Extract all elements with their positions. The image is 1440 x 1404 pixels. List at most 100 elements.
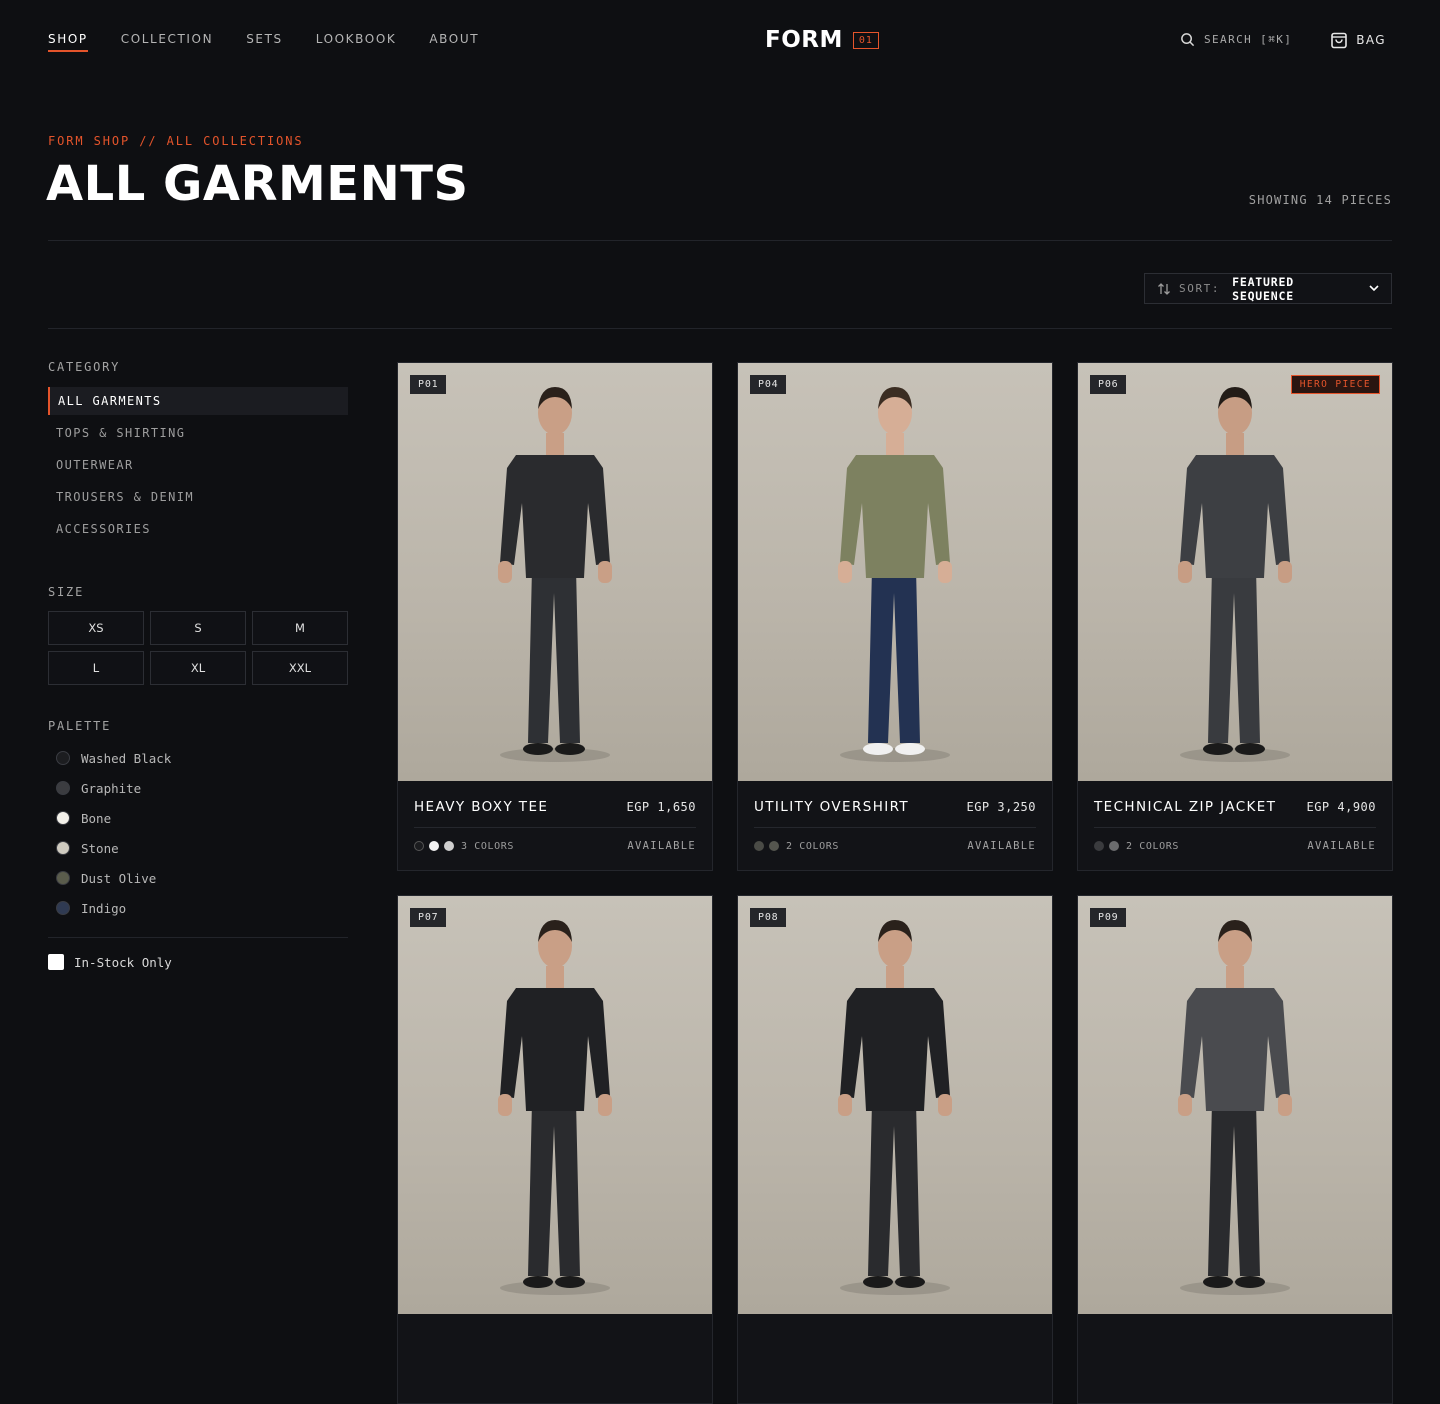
product-info: HEAVY BOXY TEE EGP 1,650 3 COLORS AVAILA… [398, 781, 712, 852]
palette-label: Washed Black [81, 750, 172, 766]
availability-status: AVAILABLE [1307, 840, 1376, 852]
bag-label: BAG [1356, 32, 1386, 47]
product-card[interactable]: P08 [737, 895, 1053, 1404]
colors-count: 2 COLORS [786, 840, 839, 852]
size-xs-button[interactable]: XS [48, 611, 144, 645]
in-stock-toggle[interactable]: In-Stock Only [48, 954, 348, 970]
product-price: EGP 1,650 [626, 800, 696, 814]
palette-title: PALETTE [48, 719, 112, 733]
brand-badge: 01 [852, 31, 879, 49]
sort-value: FEATURED SEQUENCE [1232, 274, 1294, 303]
color-swatch [56, 811, 70, 825]
breadcrumb: FORM SHOP // ALL COLLECTIONS [48, 134, 304, 148]
divider [48, 240, 1392, 241]
product-card[interactable]: P01 HEAVY BOXY TEE EGP 1,650 3 COLORS AV… [397, 362, 713, 871]
color-dot[interactable] [429, 841, 439, 851]
size-xl-button[interactable]: XL [150, 651, 246, 685]
product-price: EGP 3,250 [966, 800, 1036, 814]
color-options: 2 COLORS [1094, 841, 1179, 852]
size-l-button[interactable]: L [48, 651, 144, 685]
product-code-tag: P06 [1090, 375, 1127, 394]
size-s-button[interactable]: S [150, 611, 246, 645]
palette-option[interactable]: Indigo [48, 893, 348, 923]
product-image[interactable]: P07 [398, 896, 712, 1314]
color-dot[interactable] [1094, 841, 1104, 851]
product-name[interactable]: UTILITY OVERSHIRT [754, 799, 909, 815]
bag-button[interactable]: BAG [1330, 30, 1386, 49]
brand-logo[interactable]: FORM 01 [765, 27, 879, 53]
nav-about[interactable]: ABOUT [429, 32, 479, 52]
main-nav: SHOP COLLECTION SETS LOOKBOOK ABOUT [48, 32, 479, 52]
category-list: ALL GARMENTS TOPS & SHIRTING OUTERWEAR T… [48, 387, 348, 543]
palette-option[interactable]: Bone [48, 803, 348, 833]
palette-option[interactable]: Graphite [48, 773, 348, 803]
product-card[interactable]: P09 [1077, 895, 1393, 1404]
search-icon [1180, 32, 1195, 47]
nav-sets[interactable]: SETS [246, 32, 283, 52]
colors-count: 2 COLORS [1126, 840, 1179, 852]
chevron-down-icon [1369, 285, 1379, 292]
product-image[interactable]: P09 [1078, 896, 1392, 1314]
sort-dropdown[interactable]: SORT: FEATURED SEQUENCE [1144, 273, 1392, 304]
product-code-tag: P08 [750, 908, 787, 927]
color-dot[interactable] [1109, 841, 1119, 851]
search-button[interactable]: SEARCH [⌘K] [1180, 32, 1292, 47]
product-code-tag: P01 [410, 375, 447, 394]
site-header: SHOP COLLECTION SETS LOOKBOOK ABOUT FORM… [0, 0, 1440, 80]
product-image[interactable]: P08 [738, 896, 1052, 1314]
colors-count: 3 COLORS [461, 840, 514, 852]
product-code-tag: P04 [750, 375, 787, 394]
hero-badge: HERO PIECE [1290, 375, 1380, 394]
product-image[interactable]: P04 [738, 363, 1052, 781]
divider [414, 827, 696, 828]
header-actions: SEARCH [⌘K] BAG [1180, 30, 1386, 49]
product-name[interactable]: TECHNICAL ZIP JACKET [1094, 799, 1276, 815]
color-dot[interactable] [444, 841, 454, 851]
product-info: TECHNICAL ZIP JACKET EGP 4,900 2 COLORS … [1078, 781, 1392, 852]
color-dot[interactable] [769, 841, 779, 851]
palette-option[interactable]: Washed Black [48, 743, 348, 773]
color-options: 2 COLORS [754, 841, 839, 852]
palette-option[interactable]: Dust Olive [48, 863, 348, 893]
divider [1094, 827, 1376, 828]
product-info: UTILITY OVERSHIRT EGP 3,250 2 COLORS AVA… [738, 781, 1052, 852]
size-xxl-button[interactable]: XXL [252, 651, 348, 685]
nav-collection[interactable]: COLLECTION [121, 32, 213, 52]
category-all-garments[interactable]: ALL GARMENTS [48, 387, 348, 415]
brand-name: FORM [765, 27, 843, 53]
category-accessories[interactable]: ACCESSORIES [48, 515, 348, 543]
product-code-tag: P07 [410, 908, 447, 927]
palette-label: Indigo [81, 900, 127, 916]
in-stock-checkbox[interactable] [48, 954, 64, 970]
product-image[interactable]: P01 [398, 363, 712, 781]
palette-label: Dust Olive [81, 870, 157, 886]
product-image[interactable]: P06 HERO PIECE [1078, 363, 1392, 781]
color-dot[interactable] [754, 841, 764, 851]
category-outerwear[interactable]: OUTERWEAR [48, 451, 348, 479]
product-price: EGP 4,900 [1306, 800, 1376, 814]
color-swatch [56, 901, 70, 915]
category-tops-shirting[interactable]: TOPS & SHIRTING [48, 419, 348, 447]
product-name[interactable]: HEAVY BOXY TEE [414, 799, 548, 815]
palette-list: Washed Black Graphite Bone Stone Dust Olive I… [48, 743, 348, 923]
nav-shop[interactable]: SHOP [48, 32, 88, 52]
product-code-tag: P09 [1090, 908, 1127, 927]
filter-sidebar: CATEGORY ALL GARMENTS TOPS & SHIRTING OU… [48, 360, 348, 970]
palette-option[interactable]: Stone [48, 833, 348, 863]
nav-lookbook[interactable]: LOOKBOOK [316, 32, 397, 52]
divider [754, 827, 1036, 828]
page-title: ALL GARMENTS [46, 156, 469, 212]
bag-icon [1330, 30, 1348, 49]
color-swatch [56, 871, 70, 885]
size-grid: XS S M L XL XXL [48, 611, 348, 685]
color-dot[interactable] [414, 841, 424, 851]
size-m-button[interactable]: M [252, 611, 348, 645]
product-card[interactable]: P04 UTILITY OVERSHIRT EGP 3,250 2 COLORS… [737, 362, 1053, 871]
palette-label: Graphite [81, 780, 142, 796]
product-card[interactable]: P07 [397, 895, 713, 1404]
product-card[interactable]: P06 HERO PIECE TECHNICAL ZIP JACKET EGP 4… [1077, 362, 1393, 871]
category-trousers-denim[interactable]: TROUSERS & DENIM [48, 483, 348, 511]
color-swatch [56, 841, 70, 855]
palette-label: Bone [81, 810, 112, 826]
divider [48, 937, 348, 938]
